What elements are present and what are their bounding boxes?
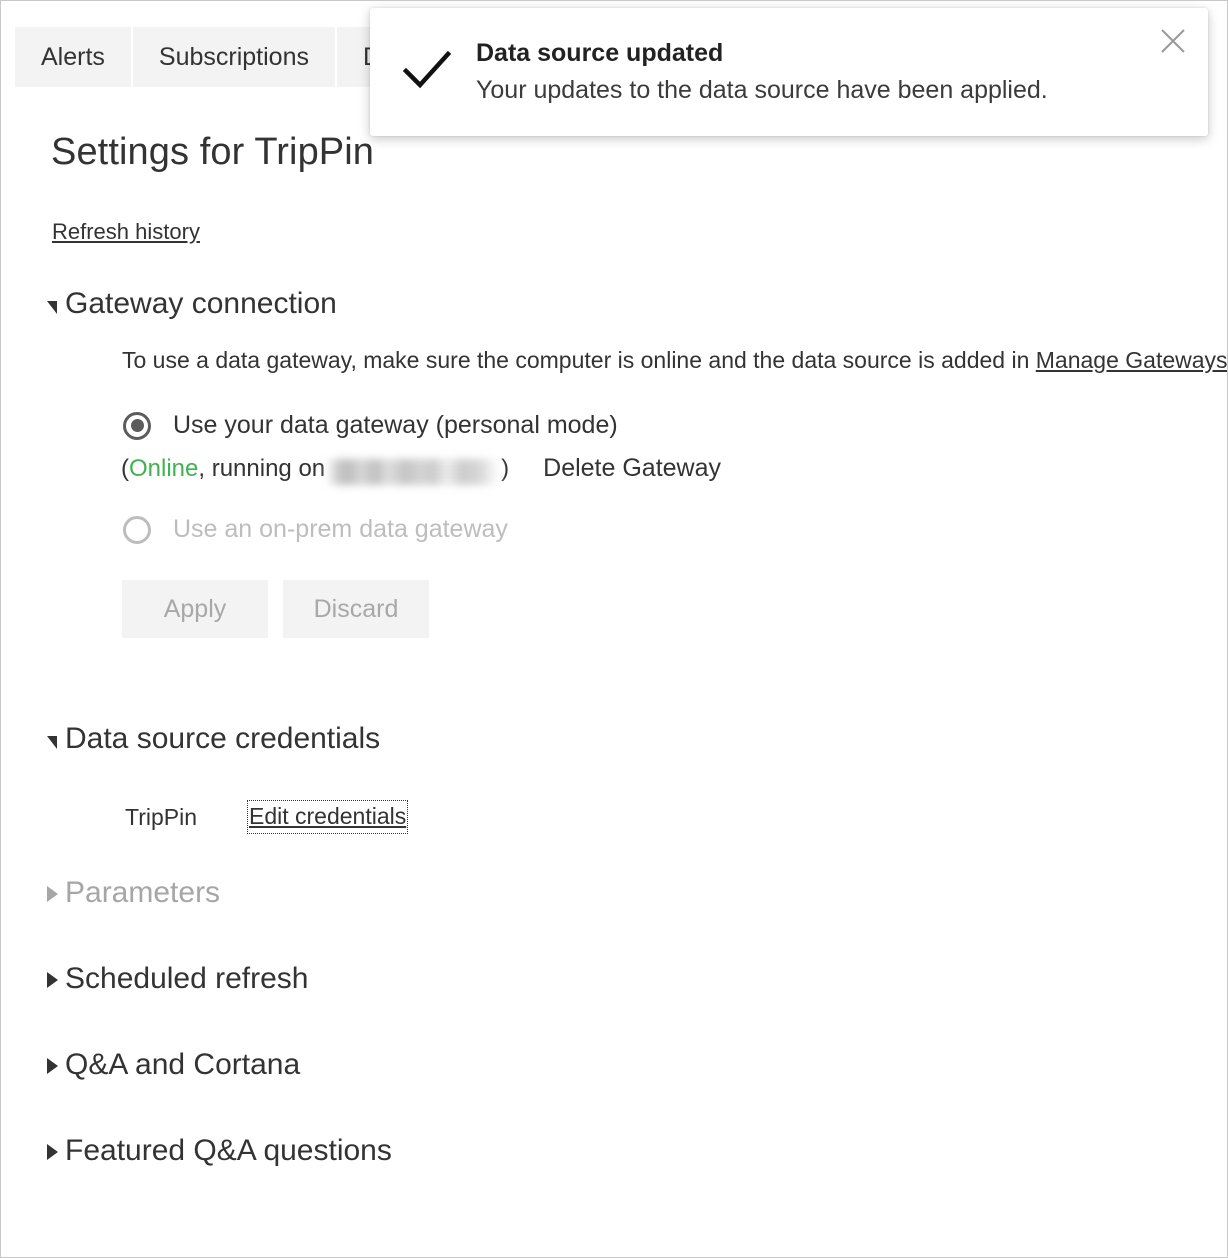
settings-content: Settings for TripPin Refresh history Gat… [1, 87, 1227, 1168]
close-icon[interactable] [1156, 24, 1190, 58]
toast-title: Data source updated [476, 39, 724, 67]
chevron-collapsed-icon [47, 1058, 58, 1074]
chevron-collapsed-icon [47, 886, 58, 902]
radio-option-personal-gateway[interactable]: Use your data gateway (personal mode) [123, 411, 1227, 440]
gateway-connection-section: Gateway connection To use a data gateway… [47, 287, 1227, 638]
radio-onprem-gateway-label[interactable]: Use an on-prem data gateway [173, 515, 508, 544]
gateway-connection-header[interactable]: Gateway connection [47, 287, 1227, 321]
refresh-history-link[interactable]: Refresh history [52, 219, 200, 245]
gateway-description: To use a data gateway, make sure the com… [122, 343, 1227, 377]
tab-subscriptions[interactable]: Subscriptions [132, 27, 337, 87]
checkmark-icon [402, 49, 452, 96]
section-featured-qa-questions[interactable]: Featured Q&A questions [47, 1134, 1227, 1168]
page-title: Settings for TripPin [51, 131, 375, 173]
edit-credentials-link[interactable]: Edit credentials [247, 800, 409, 834]
status-running-on: , running on [198, 454, 326, 482]
radio-option-onprem-gateway[interactable]: Use an on-prem data gateway [123, 515, 1227, 544]
gateway-status-badge: Online [129, 454, 199, 482]
tab-alerts-label: Alerts [41, 42, 105, 71]
gateway-connection-title: Gateway connection [65, 287, 337, 320]
gateway-button-row: Apply Discard [122, 580, 1227, 638]
section-qa-and-cortana-label: Q&A and Cortana [65, 1048, 301, 1081]
toast-message: Your updates to the data source have bee… [476, 76, 1048, 104]
toast-text-block: Data source updated Your updates to the … [476, 36, 1208, 108]
redacted-machine-name [327, 458, 500, 485]
tab-alerts[interactable]: Alerts [15, 27, 133, 87]
status-close-paren: ) [501, 454, 510, 482]
radio-onprem-gateway-icon[interactable] [123, 515, 151, 544]
discard-button[interactable]: Discard [283, 580, 429, 638]
status-open-paren: ( [121, 454, 129, 482]
section-scheduled-refresh-label: Scheduled refresh [65, 962, 309, 995]
collapsed-sections: Parameters Scheduled refresh Q&A and Cor… [47, 876, 1227, 1168]
radio-personal-gateway-label[interactable]: Use your data gateway (personal mode) [173, 411, 618, 440]
tab-subscriptions-label: Subscriptions [158, 42, 309, 71]
data-source-credentials-section: Data source credentials TripPin Edit cre… [47, 722, 1227, 834]
radio-personal-gateway-icon[interactable] [123, 411, 151, 440]
section-qa-and-cortana[interactable]: Q&A and Cortana [47, 1048, 1227, 1082]
gateway-status-row: (Online, running on ) Delete Gateway [121, 454, 1227, 485]
section-scheduled-refresh[interactable]: Scheduled refresh [47, 962, 1227, 996]
toast-notification: Data source updated Your updates to the … [370, 8, 1208, 136]
manage-gateways-link[interactable]: Manage Gateways [1036, 347, 1227, 373]
chevron-collapsed-icon [47, 1144, 58, 1160]
section-featured-qa-questions-label: Featured Q&A questions [65, 1134, 392, 1167]
apply-button[interactable]: Apply [122, 580, 268, 638]
chevron-expanded-icon [47, 735, 57, 749]
chevron-collapsed-icon [47, 972, 58, 988]
credentials-row: TripPin Edit credentials [125, 800, 1227, 834]
data-source-credentials-title: Data source credentials [65, 722, 381, 755]
section-parameters[interactable]: Parameters [47, 876, 1227, 910]
settings-page-frame: Alerts Subscriptions D Settings for Trip… [0, 0, 1228, 1258]
section-parameters-label: Parameters [65, 876, 221, 909]
delete-gateway-link[interactable]: Delete Gateway [543, 454, 721, 483]
gateway-description-prefix: To use a data gateway, make sure the com… [122, 347, 1036, 373]
data-source-credentials-header[interactable]: Data source credentials [47, 722, 1227, 756]
chevron-expanded-icon [47, 300, 57, 314]
credentials-source-name: TripPin [125, 803, 197, 830]
